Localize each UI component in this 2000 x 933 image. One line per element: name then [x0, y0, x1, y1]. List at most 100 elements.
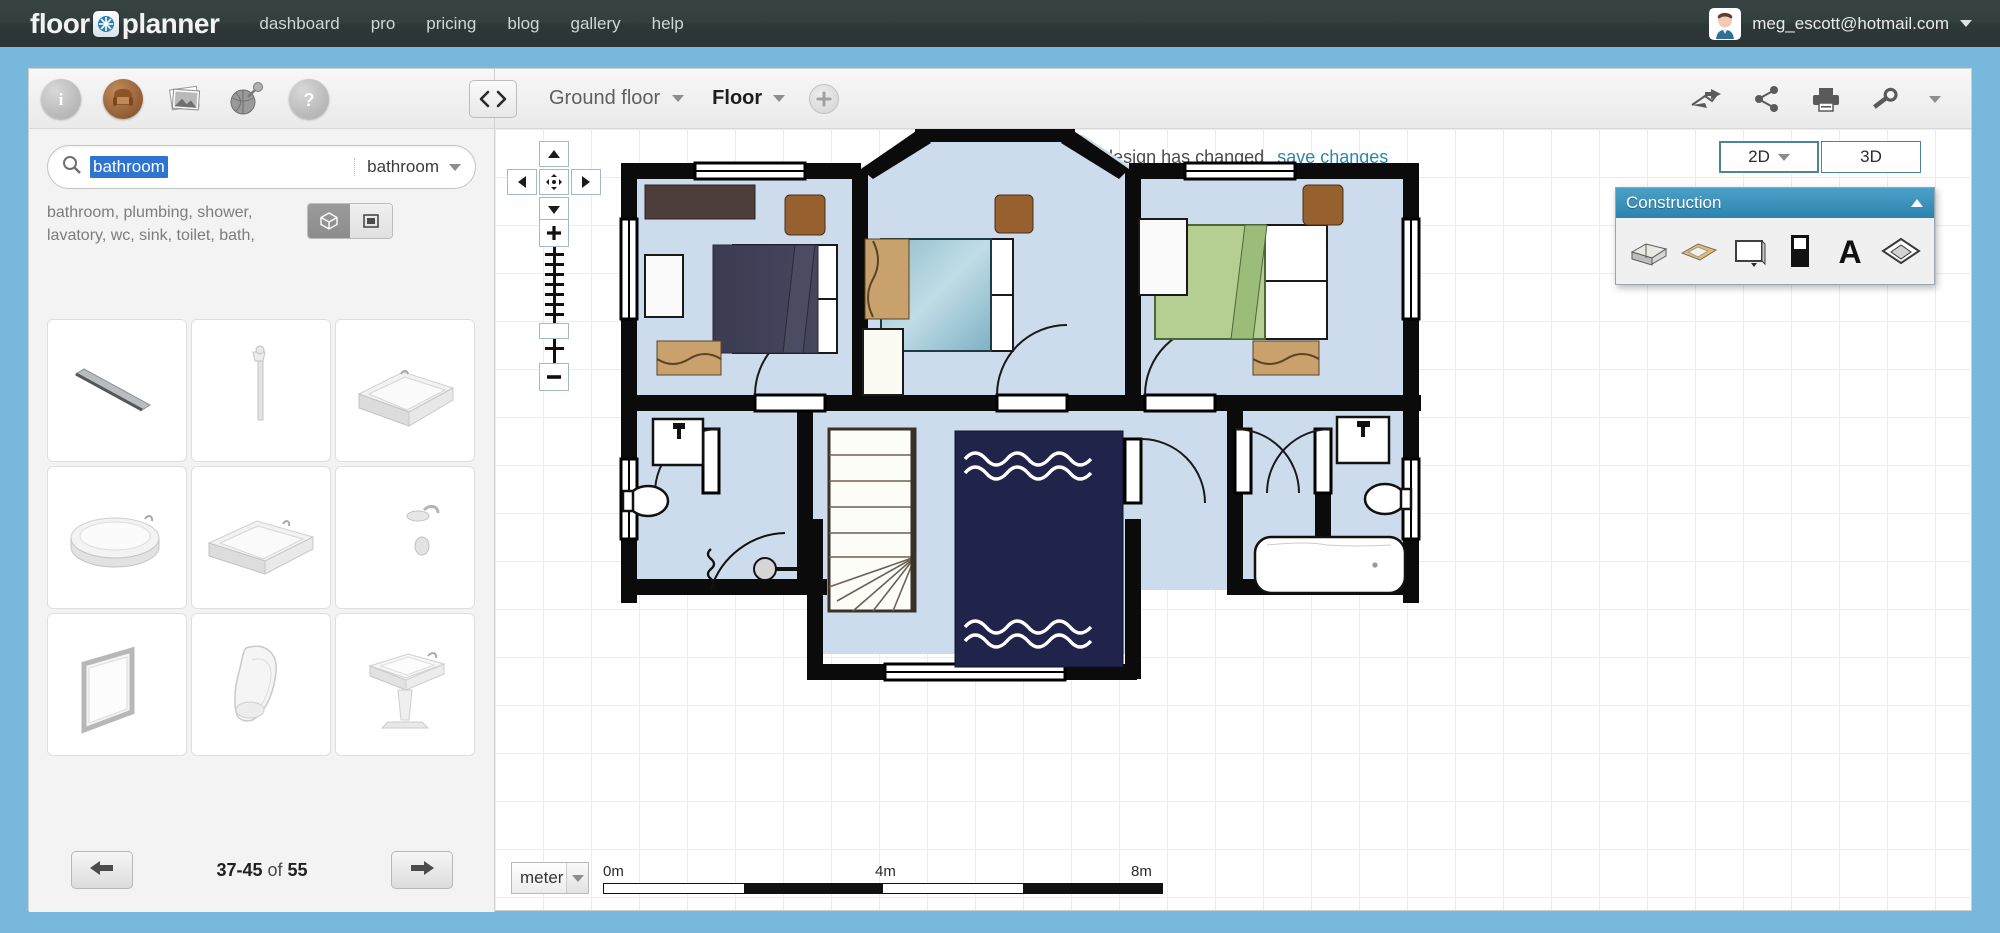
avatar [1709, 8, 1741, 40]
text-tool-icon[interactable]: A [1829, 229, 1871, 273]
editor-main-area: Ground floor Floor [495, 69, 1971, 910]
next-page-button[interactable] [391, 851, 453, 889]
nightstand [995, 195, 1033, 233]
nightstand [785, 195, 825, 235]
pagination-label: 37-45 of 55 [216, 860, 307, 881]
zoom-slider[interactable] [539, 247, 569, 363]
nav-link-blog[interactable]: blog [507, 14, 539, 34]
toilet-right [1365, 484, 1411, 514]
zoom-in-button[interactable] [539, 219, 569, 247]
layer-selector[interactable]: Floor [712, 87, 785, 110]
print-icon[interactable] [1811, 86, 1841, 112]
pan-up-button[interactable] [539, 141, 569, 167]
view-2d-button[interactable]: 2D [1719, 141, 1819, 173]
arrow-right-icon [407, 858, 437, 883]
floorplan-canvas[interactable]: second design has changed save changes 2… [495, 129, 1971, 910]
pan-left-button[interactable] [507, 169, 537, 195]
catalog-item[interactable] [191, 466, 331, 609]
bathtub-wide-icon [199, 493, 324, 583]
svg-text:i: i [59, 90, 64, 109]
floorplan-drawing[interactable] [615, 129, 1615, 749]
bed-navy [713, 245, 837, 353]
unit-selector-label: meter [520, 868, 563, 888]
search-divider [354, 158, 355, 176]
nav-link-dashboard[interactable]: dashboard [259, 14, 339, 34]
shower-head-icon [350, 488, 460, 588]
area-tool-icon[interactable] [1880, 229, 1922, 273]
nav-link-pro[interactable]: pro [371, 14, 396, 34]
catalog-item[interactable] [335, 319, 475, 462]
zoom-out-button[interactable] [539, 363, 569, 391]
catalog-item[interactable] [335, 613, 475, 756]
chevron-down-icon [773, 95, 785, 102]
toilet-left [623, 486, 668, 516]
nav-link-gallery[interactable]: gallery [571, 14, 621, 34]
side-table [645, 255, 683, 317]
construction-panel-title: Construction [1626, 193, 1721, 213]
2d-view-icon[interactable] [350, 204, 392, 238]
user-menu[interactable]: meg_escott@hotmail.com [1709, 0, 1972, 47]
chevron-down-icon[interactable] [449, 164, 461, 171]
nav-link-pricing[interactable]: pricing [426, 14, 476, 34]
prev-page-button[interactable] [71, 851, 133, 889]
pagination-total: 55 [288, 860, 308, 880]
info-icon[interactable]: i [41, 79, 81, 119]
bathtub-rect-icon [345, 346, 465, 436]
3d-view-icon[interactable] [308, 204, 350, 238]
chevron-down-icon[interactable] [566, 863, 588, 893]
decoration-icon[interactable] [227, 79, 267, 119]
share-icon[interactable] [1753, 86, 1781, 112]
wall-tool-icon[interactable] [1628, 229, 1670, 273]
window-tool-icon[interactable] [1729, 229, 1771, 273]
main-nav-links: dashboard pro pricing blog gallery help [259, 14, 683, 34]
view-mode-buttons: 2D 3D [1719, 141, 1921, 173]
room-tool-icon[interactable] [1678, 229, 1720, 273]
chevron-down-icon[interactable] [1960, 20, 1972, 27]
chevron-down-glyph [572, 875, 584, 882]
plan-toolbar: Ground floor Floor [495, 69, 1971, 129]
catalog-item[interactable] [191, 319, 331, 462]
scale-bar: meter 0m 4m 8m [511, 862, 1163, 894]
furniture-icon[interactable] [103, 79, 143, 119]
chevron-down-icon[interactable] [1929, 96, 1941, 103]
pan-right-button[interactable] [571, 169, 601, 195]
catalog-search-row: bathroom bathroom [29, 129, 494, 189]
materials-icon[interactable] [165, 79, 205, 119]
pan-center-button[interactable] [539, 169, 569, 195]
search-filter-label: bathroom [367, 157, 439, 177]
search-input[interactable]: bathroom bathroom [47, 145, 476, 189]
unit-selector[interactable]: meter [511, 862, 589, 894]
layer-selector-label: Floor [712, 87, 762, 110]
chevron-up-icon[interactable] [1910, 193, 1924, 213]
chevron-down-icon [672, 95, 684, 102]
catalog-item[interactable] [47, 613, 187, 756]
floor-selector-label: Ground floor [549, 87, 660, 110]
floorplanner-logo[interactable]: floor planner [30, 8, 219, 40]
zoom-slider-handle[interactable] [539, 323, 569, 339]
search-icon [62, 155, 82, 180]
export-icon[interactable] [1689, 86, 1723, 112]
search-related-tags: bathroom, plumbing, shower, lavatory, wc… [47, 201, 307, 247]
floor-selector[interactable]: Ground floor [549, 87, 684, 110]
catalog-pagination: 37-45 of 55 [29, 846, 495, 894]
view-3d-label: 3D [1860, 147, 1882, 167]
logo-text-left: floor [30, 8, 90, 40]
catalog-item[interactable] [47, 466, 187, 609]
nav-link-help[interactable]: help [652, 14, 684, 34]
plan-right-tools [1689, 69, 1941, 129]
catalog-item[interactable] [335, 466, 475, 609]
add-floor-button[interactable] [809, 84, 839, 114]
catalog-item[interactable] [47, 319, 187, 462]
prev-next-toggle[interactable] [469, 80, 517, 118]
settings-wrench-icon[interactable] [1871, 85, 1899, 113]
view-3d-button[interactable]: 3D [1821, 141, 1921, 173]
staircase [829, 429, 915, 611]
ruler-tick-2: 8m [1131, 863, 1152, 880]
construction-panel-header[interactable]: Construction [1616, 188, 1934, 218]
construction-panel: Construction [1615, 187, 1935, 285]
ruler-tick-1: 4m [875, 863, 896, 880]
help-icon[interactable]: ? [289, 79, 329, 119]
door-tool-icon[interactable] [1779, 229, 1821, 273]
catalog-item[interactable] [191, 613, 331, 756]
bench [657, 341, 721, 375]
